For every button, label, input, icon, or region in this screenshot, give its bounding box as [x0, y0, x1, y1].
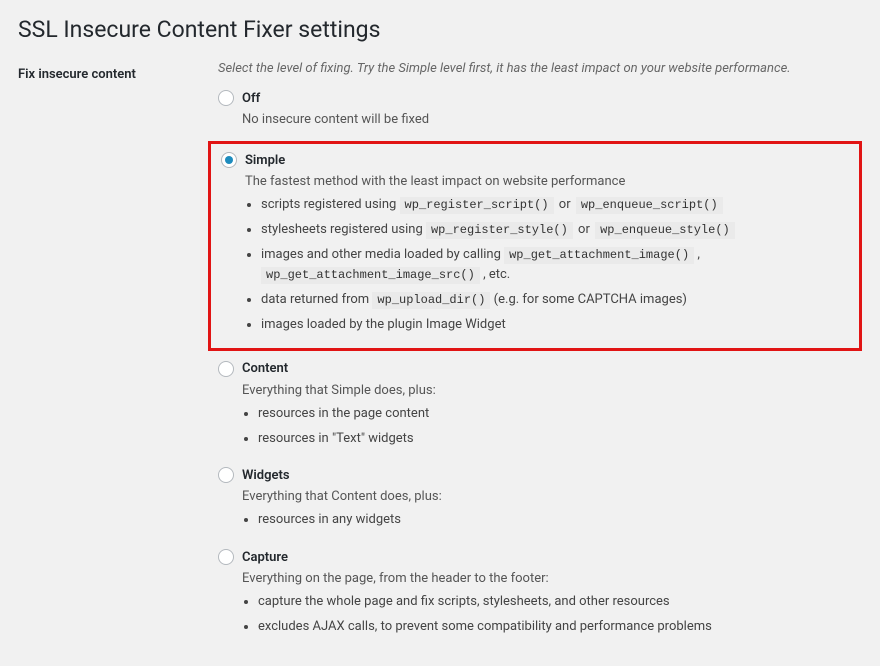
- option-widgets-details: resources in any widgets: [258, 510, 862, 531]
- option-simple: Simple The fastest method with the least…: [208, 141, 862, 351]
- option-widgets-desc: Everything that Content does, plus:: [242, 489, 862, 504]
- radio-off-label[interactable]: Off: [242, 91, 260, 106]
- list-item: capture the whole page and fix scripts, …: [258, 592, 862, 613]
- text: , etc.: [480, 267, 510, 282]
- list-item: images loaded by the plugin Image Widget: [261, 315, 853, 336]
- text: ,: [694, 247, 700, 262]
- text: or: [556, 197, 574, 212]
- option-capture-desc: Everything on the page, from the header …: [242, 571, 862, 586]
- radio-capture[interactable]: [218, 549, 234, 565]
- settings-section: Fix insecure content Select the level of…: [18, 61, 862, 656]
- list-item: images and other media loaded by calling…: [261, 245, 853, 287]
- option-content-details: resources in the page content resources …: [258, 404, 862, 450]
- code: wp_register_script(): [400, 197, 554, 214]
- text: (e.g. for some CAPTCHA images): [490, 292, 687, 307]
- section-label: Fix insecure content: [18, 61, 218, 82]
- code: wp_enqueue_script(): [576, 197, 723, 214]
- option-simple-details: scripts registered using wp_register_scr…: [261, 195, 853, 336]
- code: wp_get_attachment_image_src(): [261, 267, 480, 284]
- code: wp_register_style(): [426, 222, 573, 239]
- section-description: Select the level of fixing. Try the Simp…: [218, 61, 862, 76]
- list-item: excludes AJAX calls, to prevent some com…: [258, 617, 862, 638]
- option-capture-details: capture the whole page and fix scripts, …: [258, 592, 862, 638]
- radio-content[interactable]: [218, 361, 234, 377]
- list-item: resources in the page content: [258, 404, 862, 425]
- text: or: [575, 222, 593, 237]
- option-off-desc: No insecure content will be fixed: [242, 112, 862, 127]
- radio-widgets-label[interactable]: Widgets: [242, 468, 290, 483]
- list-item: stylesheets registered using wp_register…: [261, 220, 853, 241]
- list-item: data returned from wp_upload_dir() (e.g.…: [261, 290, 853, 311]
- option-off: Off No insecure content will be fixed: [218, 90, 862, 127]
- text: data returned from: [261, 292, 372, 307]
- code: wp_upload_dir(): [372, 292, 490, 309]
- option-content-desc: Everything that Simple does, plus:: [242, 383, 862, 398]
- page-title: SSL Insecure Content Fixer settings: [18, 10, 862, 61]
- radio-widgets[interactable]: [218, 467, 234, 483]
- text: stylesheets registered using: [261, 222, 426, 237]
- radio-capture-label[interactable]: Capture: [242, 550, 288, 565]
- radio-off[interactable]: [218, 90, 234, 106]
- code: wp_get_attachment_image(): [504, 247, 694, 264]
- list-item: resources in "Text" widgets: [258, 429, 862, 450]
- option-capture: Capture Everything on the page, from the…: [218, 549, 862, 638]
- list-item: resources in any widgets: [258, 510, 862, 531]
- list-item: scripts registered using wp_register_scr…: [261, 195, 853, 216]
- text: images and other media loaded by calling: [261, 247, 504, 262]
- option-content: Content Everything that Simple does, plu…: [218, 361, 862, 450]
- text: scripts registered using: [261, 197, 400, 212]
- radio-simple-label[interactable]: Simple: [245, 153, 285, 168]
- radio-simple[interactable]: [221, 152, 237, 168]
- option-widgets: Widgets Everything that Content does, pl…: [218, 467, 862, 531]
- section-body: Select the level of fixing. Try the Simp…: [218, 61, 862, 656]
- code: wp_enqueue_style(): [595, 222, 735, 239]
- option-simple-desc: The fastest method with the least impact…: [245, 174, 853, 189]
- radio-content-label[interactable]: Content: [242, 361, 288, 376]
